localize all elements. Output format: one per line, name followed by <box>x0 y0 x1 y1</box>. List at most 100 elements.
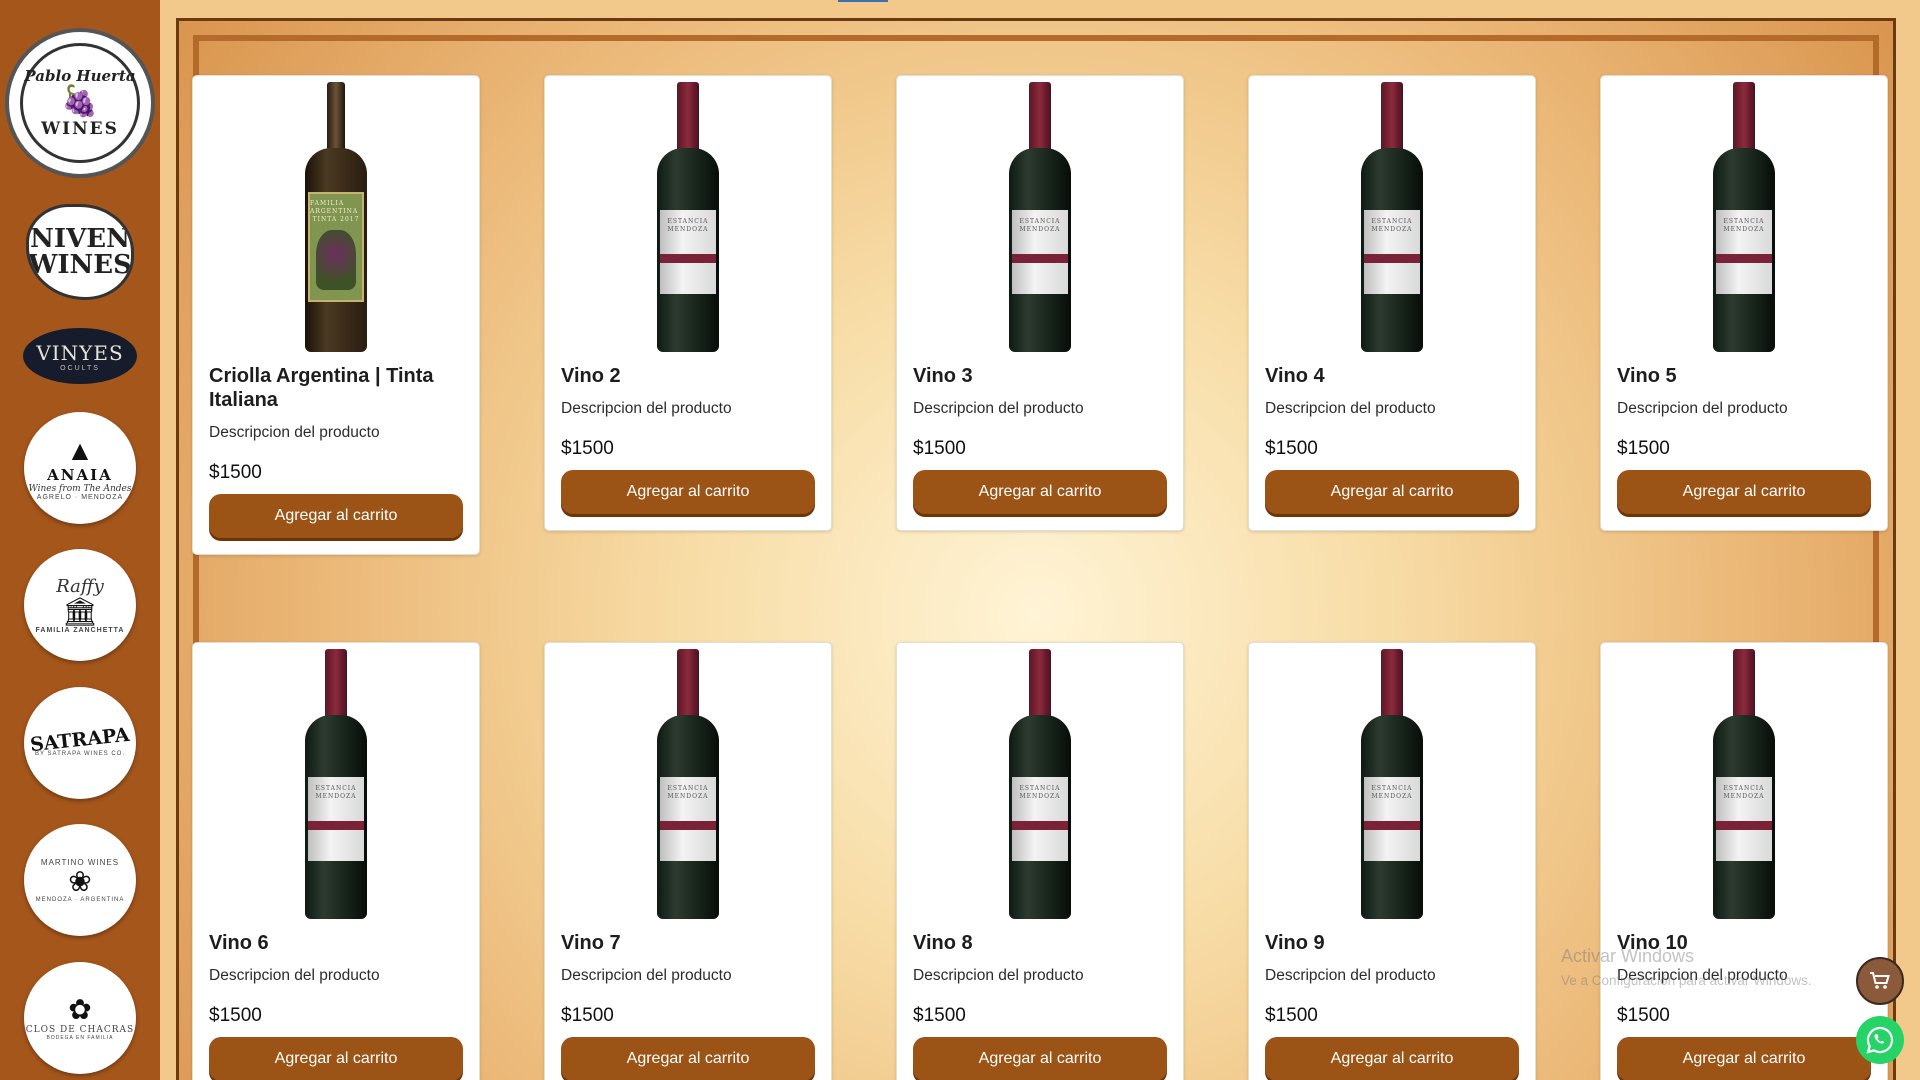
product-description: Descripcion del producto <box>561 967 732 984</box>
product-title: Vino 4 <box>1265 365 1325 387</box>
product-title: Criolla Argentina | Tinta Italiana <box>209 365 434 411</box>
brand-logo-vinyes[interactable]: VINYES OCULTS <box>23 328 137 384</box>
product-price: $1500 <box>913 438 966 459</box>
product-title: Vino 6 <box>209 932 269 954</box>
zanchetta-tiny: FAMILIA ZANCHETTA <box>35 627 125 634</box>
product-card: ESTANCIA MENDOZA Vino 5 Descripcion del p… <box>1600 75 1888 531</box>
product-card: ESTANCIA MENDOZA Vino 9 Descripcion del p… <box>1248 642 1536 1080</box>
anaia-sub: Wines from The Andes <box>28 483 132 494</box>
mountain-icon: ▲ <box>66 434 94 466</box>
add-to-cart-button[interactable]: Agregar al carrito <box>209 494 463 538</box>
label-text: ESTANCIA <box>1723 218 1765 225</box>
product-description: Descripcion del producto <box>913 400 1084 417</box>
label-text: ESTANCIA <box>315 785 357 792</box>
product-title: Vino 9 <box>1265 932 1325 954</box>
wine-bottle-icon: ESTANCIA MENDOZA <box>1361 649 1423 919</box>
product-image[interactable]: ESTANCIA MENDOZA <box>1617 76 1871 358</box>
product-price: $1500 <box>209 462 262 483</box>
product-image[interactable]: ESTANCIA MENDOZA <box>561 643 815 925</box>
label-text: MENDOZA <box>1723 793 1765 800</box>
label-text: ESTANCIA <box>1019 218 1061 225</box>
floating-whatsapp-button[interactable] <box>1856 1016 1904 1064</box>
add-to-cart-button[interactable]: Agregar al carrito <box>913 1037 1167 1080</box>
label-text: MENDOZA <box>315 793 357 800</box>
product-image[interactable]: ESTANCIA MENDOZA <box>1617 643 1871 925</box>
brand-sidebar: Pablo Huerta 🍇 WINES NIVEN WINES VINYES … <box>0 0 160 1080</box>
product-image[interactable]: ESTANCIA MENDOZA <box>209 643 463 925</box>
add-to-cart-button[interactable]: Agregar al carrito <box>209 1037 463 1080</box>
cart-icon <box>1870 972 1890 989</box>
anaia-title: ANAIA <box>47 465 113 484</box>
brand-logo-zanchetta[interactable]: Raffy 🏛 FAMILIA ZANCHETTA <box>24 549 136 661</box>
product-image[interactable]: ESTANCIA MENDOZA <box>1265 76 1519 358</box>
product-card: ESTANCIA MENDOZA Vino 3 Descripcion del p… <box>896 75 1184 531</box>
label-text: ESTANCIA <box>1371 218 1413 225</box>
product-description: Descripcion del producto <box>209 967 380 984</box>
logo-top-text: Pablo Huerta <box>24 67 136 85</box>
product-description: Descripcion del producto <box>1617 400 1788 417</box>
add-to-cart-button[interactable]: Agregar al carrito <box>561 1037 815 1080</box>
brand-logo-pablo-huerta[interactable]: Pablo Huerta 🍇 WINES <box>5 28 155 178</box>
product-card: ESTANCIA MENDOZA Vino 2 Descripcion del p… <box>544 75 832 531</box>
product-price: $1500 <box>913 1005 966 1026</box>
add-to-cart-button[interactable]: Agregar al carrito <box>1617 1037 1871 1080</box>
label-text: MENDOZA <box>1371 226 1413 233</box>
label-text: MENDOZA <box>1723 226 1765 233</box>
product-description: Descripcion del producto <box>561 400 732 417</box>
wine-bottle-icon: ESTANCIA MENDOZA <box>1361 82 1423 352</box>
grape-icon: 🍇 <box>61 85 99 118</box>
product-title: Vino 3 <box>913 365 973 387</box>
add-to-cart-button[interactable]: Agregar al carrito <box>1265 1037 1519 1080</box>
label-text: FAMILIA ARGENTINA <box>310 200 359 215</box>
brand-logo-martino[interactable]: MARTINO WINES ❀ MENDOZA · ARGENTINA <box>24 824 136 936</box>
label-text: MENDOZA <box>1019 226 1061 233</box>
add-to-cart-button[interactable]: Agregar al carrito <box>913 470 1167 514</box>
watermark-line-1: Activar Windows <box>1561 946 1695 966</box>
product-title: Vino 7 <box>561 932 621 954</box>
logo-bottom-text: WINES <box>41 119 119 139</box>
product-price: $1500 <box>561 438 614 459</box>
product-image[interactable]: ESTANCIA MENDOZA <box>1265 643 1519 925</box>
product-image[interactable]: ESTANCIA MENDOZA <box>561 76 815 358</box>
logo-ring: Pablo Huerta 🍇 WINES <box>20 43 140 163</box>
add-to-cart-button[interactable]: Agregar al carrito <box>1617 470 1871 514</box>
anaia-tiny: AGRELO · MENDOZA <box>36 493 124 501</box>
product-card: ESTANCIA MENDOZA Vino 7 Descripcion del p… <box>544 642 832 1080</box>
brand-logo-niven[interactable]: NIVEN WINES <box>26 204 134 300</box>
winery-building-icon: 🏛 <box>62 596 98 627</box>
wine-bottle-icon: ESTANCIA MENDOZA <box>657 82 719 352</box>
wine-bottle-icon: ESTANCIA MENDOZA <box>305 649 367 919</box>
product-title: Vino 2 <box>561 365 621 387</box>
product-card: FAMILIA ARGENTINA TINTA 2017 Criolla Arg… <box>192 75 480 555</box>
label-text: MENDOZA <box>667 793 709 800</box>
label-text: ESTANCIA <box>1019 785 1061 792</box>
product-image[interactable]: ESTANCIA MENDOZA <box>913 643 1167 925</box>
wine-bottle-icon: ESTANCIA MENDOZA <box>1713 649 1775 919</box>
product-card: ESTANCIA MENDOZA Vino 6 Descripcion del p… <box>192 642 480 1080</box>
watermark-line-2: Ve a Configuración para activar Windows. <box>1561 973 1812 988</box>
whatsapp-icon <box>1866 1026 1894 1054</box>
brand-logo-anaia[interactable]: ▲ ANAIA Wines from The Andes AGRELO · ME… <box>24 412 136 524</box>
product-description: Descripcion del producto <box>913 967 1084 984</box>
product-price: $1500 <box>1265 1005 1318 1026</box>
product-price: $1500 <box>1265 438 1318 459</box>
floating-cart-button[interactable] <box>1856 957 1904 1005</box>
add-to-cart-button[interactable]: Agregar al carrito <box>561 470 815 514</box>
clos-title: CLOS DE CHACRAS <box>25 1025 135 1035</box>
top-accent-strip <box>838 0 888 2</box>
label-text: ESTANCIA <box>1723 785 1765 792</box>
product-card: ESTANCIA MENDOZA Vino 10 Descripcion del … <box>1600 642 1888 1080</box>
wine-bottle-icon: ESTANCIA MENDOZA <box>657 649 719 919</box>
snail-emblem-icon: ✿ <box>68 994 92 1025</box>
zanchetta-signature: Raffy <box>56 576 104 597</box>
wine-bottle-icon: ESTANCIA MENDOZA <box>1009 649 1071 919</box>
label-text: ESTANCIA <box>1371 785 1413 792</box>
product-image[interactable]: ESTANCIA MENDOZA <box>913 76 1167 358</box>
wine-bottle-icon: FAMILIA ARGENTINA TINTA 2017 <box>305 82 367 352</box>
product-title: Vino 8 <box>913 932 973 954</box>
brand-logo-satrapa[interactable]: SATRAPA BY SATRAPA WINES CO. <box>24 687 136 799</box>
add-to-cart-button[interactable]: Agregar al carrito <box>1265 470 1519 514</box>
martino-tiny: MENDOZA · ARGENTINA <box>35 896 125 903</box>
product-image[interactable]: FAMILIA ARGENTINA TINTA 2017 <box>209 76 463 358</box>
brand-logo-clos-de-chacras[interactable]: ✿ CLOS DE CHACRAS BODEGA EN FAMILIA <box>24 962 136 1074</box>
